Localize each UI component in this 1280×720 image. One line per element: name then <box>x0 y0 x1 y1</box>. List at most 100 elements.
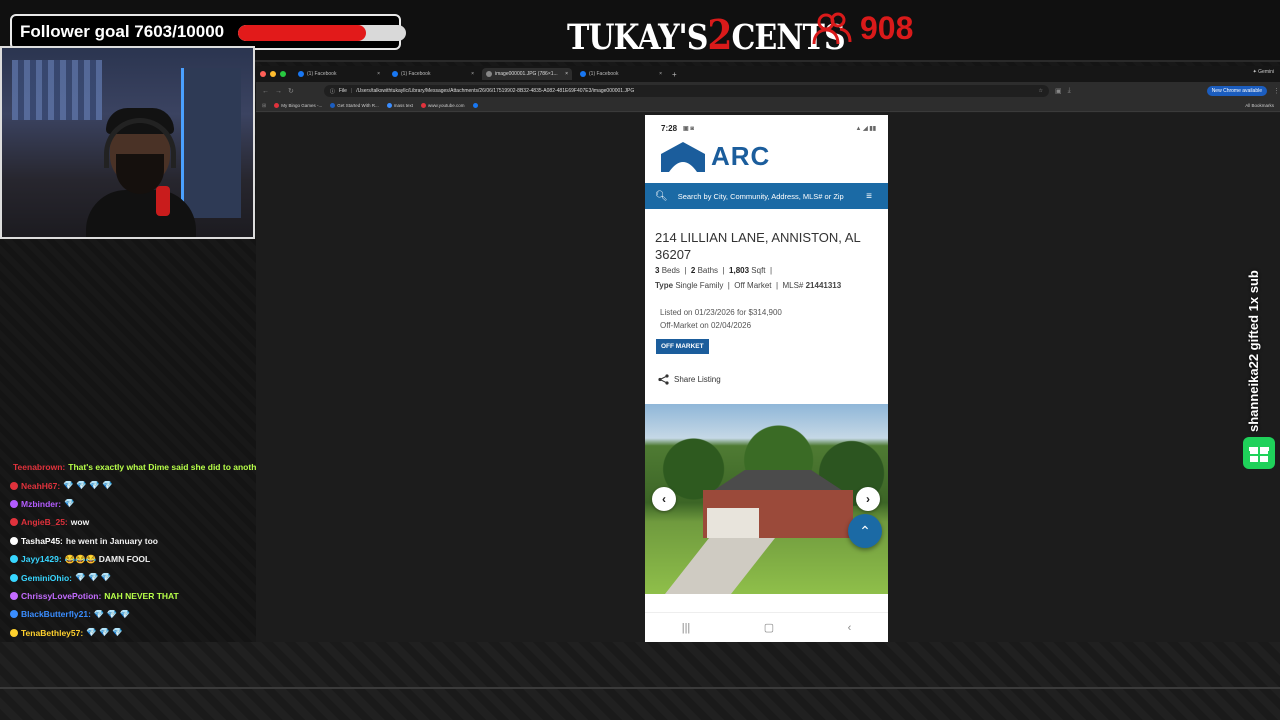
close-tab-icon[interactable]: × <box>377 71 380 77</box>
bookmark-item[interactable]: www.youtube.com <box>421 103 465 108</box>
bookmark-favicon-icon <box>472 103 478 108</box>
follower-goal-fill <box>238 25 366 41</box>
scroll-to-top-icon[interactable]: ⌃ <box>848 514 882 548</box>
property-address: 214 LILLIAN LANE, ANNISTON, AL 36207 <box>655 230 861 262</box>
menu-kebab-icon[interactable]: ⋮ <box>1273 87 1280 95</box>
new-chrome-available-button[interactable]: New Chrome available <box>1206 86 1267 96</box>
browser-tab[interactable]: (1) Facebook × <box>576 68 666 80</box>
close-tab-icon[interactable]: × <box>565 71 568 77</box>
microphone-icon <box>156 186 170 216</box>
share-listing-label: Share Listing <box>674 375 721 384</box>
browser-tab-label: image000001.JPG (786×1... <box>495 71 558 77</box>
logo-text-two: 2 <box>707 10 732 60</box>
browser-tab[interactable]: (1) Facebook × <box>294 68 384 80</box>
bookmark-star-icon[interactable]: ☆ <box>1038 88 1042 94</box>
bottom-overlay-strip <box>0 642 1280 720</box>
chat-message: Mzbinder: 💎 <box>4 495 254 513</box>
address-bar[interactable]: ⓘ File | /Users/talkswithtukayllc/Librar… <box>323 85 1049 97</box>
bookmark-favicon-icon <box>274 103 280 108</box>
chat-text: 💎 💎 💎 💎 <box>63 480 113 491</box>
bookmark-item[interactable]: mass text <box>386 103 413 108</box>
info-icon[interactable]: ⓘ <box>330 88 335 95</box>
close-tab-icon[interactable]: × <box>471 71 474 77</box>
home-icon[interactable]: ▢ <box>764 621 774 634</box>
hamburger-menu-icon[interactable]: ≡ <box>866 191 872 202</box>
beds-value: 3 <box>655 266 660 275</box>
phone-screenshot: 7:28 ▣ ◙ ▲ ◢ ▮▮ ARC 🔍︎ Search by City, C… <box>645 115 888 642</box>
mls-label: MLS# <box>782 281 804 290</box>
webcam-feed <box>0 46 255 239</box>
recent-apps-icon[interactable]: ||| <box>682 622 691 634</box>
chat-badge-icon <box>10 555 18 564</box>
close-tab-icon[interactable]: × <box>659 71 662 77</box>
image-file-icon <box>486 71 492 77</box>
search-placeholder: Search by City, Community, Address, MLS#… <box>677 191 844 201</box>
property-specs: 3 Beds | 2 Baths | 1,803 Sqft | <box>655 266 773 275</box>
chat-message: NeahH67: 💎 💎 💎 💎 <box>4 476 254 494</box>
chevron-right-icon[interactable]: › <box>856 487 880 511</box>
extensions-icon[interactable]: ▣ <box>1055 87 1062 95</box>
chat-message: Jayy1429: 😂😂😂 DAMN FOOL <box>4 550 254 568</box>
chat-username[interactable]: NeahH67: <box>21 481 60 491</box>
property-search-bar[interactable]: 🔍︎ Search by City, Community, Address, M… <box>645 183 888 209</box>
chat-username[interactable]: AngieB_25: <box>21 517 68 527</box>
chat-badge-icon <box>10 518 18 527</box>
arc-brand: ARC <box>711 141 771 171</box>
close-window-icon[interactable] <box>260 71 266 77</box>
reload-icon[interactable]: ↻ <box>288 87 294 95</box>
follower-goal: Follower goal 7603/10000 <box>10 14 406 50</box>
chat-badge-icon <box>10 591 18 600</box>
download-icon[interactable]: ⤓ <box>1068 87 1071 95</box>
bookmark-favicon-icon <box>330 103 336 108</box>
facebook-icon <box>392 71 398 77</box>
chevron-left-icon[interactable]: ‹ <box>652 487 676 511</box>
search-icon[interactable]: 🔍︎ <box>655 191 668 202</box>
chat-username[interactable]: Jayy1429: <box>21 554 62 564</box>
maximize-window-icon[interactable] <box>280 71 286 77</box>
phone-status-bar: 7:28 ▣ ◙ ▲ ◢ ▮▮ <box>645 115 888 141</box>
gemini-button[interactable]: ✦ Gemini <box>1253 69 1274 75</box>
all-bookmarks-button[interactable]: All Bookmarks <box>1245 103 1274 108</box>
baths-value: 2 <box>690 266 696 275</box>
new-tab-button[interactable]: + <box>672 70 677 79</box>
browser-window: (1) Facebook × (1) Facebook × image000001.JP… <box>256 66 1280 642</box>
property-photo <box>645 404 888 594</box>
gift-alert: shanneika22 gifted 1x sub <box>1240 236 1276 436</box>
phone-time: 7:28 <box>661 123 678 133</box>
apps-grid-icon[interactable]: ⊞ <box>262 103 266 109</box>
chat-badge-icon <box>10 481 18 490</box>
chat-username[interactable]: TashaP45: <box>21 536 63 546</box>
minimize-window-icon[interactable] <box>270 71 276 77</box>
chat-username[interactable]: TenaBethley57: <box>21 628 83 638</box>
browser-tab[interactable]: (1) Facebook × <box>388 68 478 80</box>
browser-tab[interactable]: image000001.JPG (786×1... × <box>482 68 572 80</box>
chat-message: Teenabrown: That's exactly what Dime said… <box>4 458 284 476</box>
bookmark-favicon-icon <box>421 103 426 108</box>
chat-text: wow <box>70 517 90 528</box>
share-icon <box>658 374 669 385</box>
type-value: Single Family <box>675 281 724 290</box>
chat-text: he went in January too <box>65 535 158 546</box>
url-scheme: File <box>338 88 347 94</box>
forward-icon[interactable]: → <box>275 88 282 95</box>
bookmark-item[interactable] <box>472 103 480 108</box>
share-listing-button[interactable]: Share Listing <box>658 374 721 385</box>
type-label: Type <box>655 281 674 290</box>
bookmark-item[interactable]: My Bingo Games -... <box>274 103 322 108</box>
photo-driveway <box>665 538 775 594</box>
chat-username[interactable]: Teenabrown: <box>13 462 65 472</box>
chat-username[interactable]: ChrissyLovePotion: <box>21 591 101 601</box>
chat-username[interactable]: GeminiOhio: <box>21 573 72 583</box>
back-nav-icon[interactable]: ‹ <box>848 622 852 634</box>
chat-message: TashaP45: he went in January too <box>4 532 254 550</box>
bookmark-label: mass text <box>393 103 413 108</box>
off-market-badge: OFF MARKET <box>656 339 709 354</box>
chat-username[interactable]: BlackButterfly21: <box>21 609 91 619</box>
chat-text: 😂😂😂 DAMN FOOL <box>64 553 151 564</box>
beds-label: Beds <box>661 266 680 275</box>
tab-list: (1) Facebook × (1) Facebook × image000001.JP… <box>294 68 666 80</box>
listing-history: Listed on 01/23/2026 for $314,900 Off-Ma… <box>660 306 782 332</box>
bookmark-item[interactable]: Get Started With R... <box>330 103 379 108</box>
back-icon[interactable]: ← <box>262 88 269 95</box>
chat-username[interactable]: Mzbinder: <box>21 499 61 509</box>
